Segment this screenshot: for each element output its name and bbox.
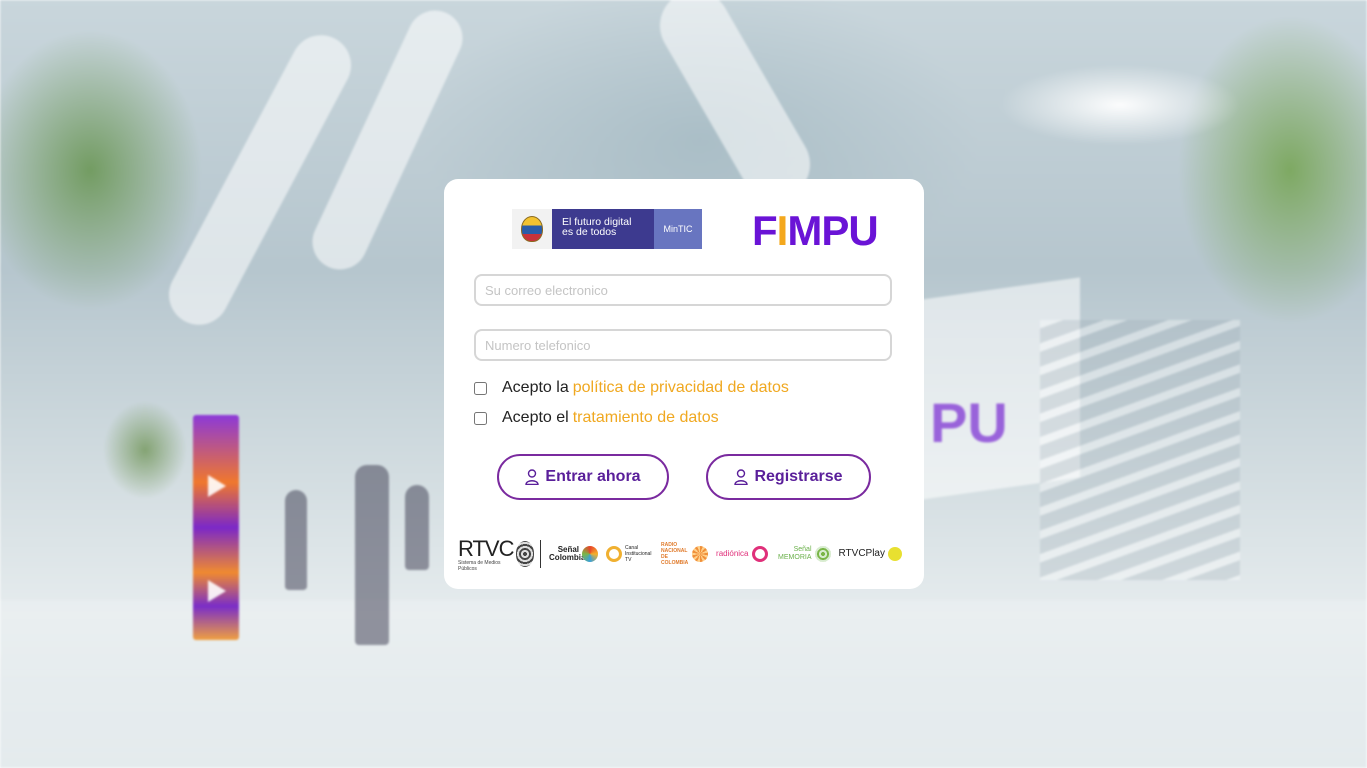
mintic-logo: El futuro digital es de todos MinTIC: [512, 209, 702, 249]
data-treatment-row: Acepto el tratamiento de datos: [474, 409, 719, 427]
booth-sign: PU: [930, 391, 1008, 454]
rtvc-play-logo: RTVCPlay: [839, 547, 902, 561]
person-silhouette: [405, 485, 429, 570]
register-button[interactable]: Registrarse: [706, 454, 871, 500]
promo-pillar: [193, 415, 239, 640]
rtvc-swirl-icon: [515, 541, 535, 567]
fimpu-logo: FIMPU: [752, 207, 879, 254]
register-button-label: Registrarse: [754, 468, 843, 485]
privacy-label: Acepto la: [502, 379, 569, 396]
colombia-seal-icon: [512, 209, 552, 249]
senal-colombia-logo: Señal Colombia: [549, 546, 599, 562]
senal-memoria-logo: Señal MEMORIA: [776, 546, 831, 562]
radio-nacional-logo: RADIO NACIONAL DE COLOMBIA: [661, 542, 709, 566]
logo-divider: [540, 540, 542, 568]
data-treatment-checkbox[interactable]: [474, 411, 487, 425]
user-icon: [525, 469, 540, 485]
mintic-slogan: El futuro digital es de todos: [552, 209, 654, 249]
user-icon: [734, 469, 749, 485]
login-card: El futuro digital es de todos MinTIC FIM…: [444, 179, 924, 589]
person-silhouette: [355, 465, 389, 645]
phone-field[interactable]: [474, 329, 892, 361]
partner-logos: RTVC Sistema de Medios Públicos Señal Co…: [458, 536, 910, 572]
privacy-consent-row: Acepto la política de privacidad de dato…: [474, 379, 789, 397]
enter-button[interactable]: Entrar ahora: [497, 454, 669, 500]
ceiling-light-beam: [158, 24, 362, 336]
person-silhouette: [285, 490, 307, 590]
mintic-tag: MinTIC: [654, 209, 702, 249]
email-field[interactable]: [474, 274, 892, 306]
data-treatment-link[interactable]: tratamiento de datos: [573, 409, 719, 427]
data-treatment-label: Acepto el: [502, 409, 569, 426]
radionica-logo: radiónica: [716, 546, 768, 562]
privacy-policy-link[interactable]: política de privacidad de datos: [573, 379, 789, 397]
canal-institucional-logo: Canal Institucional TV: [606, 545, 653, 563]
stairs: [1040, 320, 1240, 580]
enter-button-label: Entrar ahora: [545, 468, 641, 485]
privacy-checkbox[interactable]: [474, 381, 487, 395]
rtvc-logo: RTVC Sistema de Medios Públicos: [458, 536, 514, 572]
